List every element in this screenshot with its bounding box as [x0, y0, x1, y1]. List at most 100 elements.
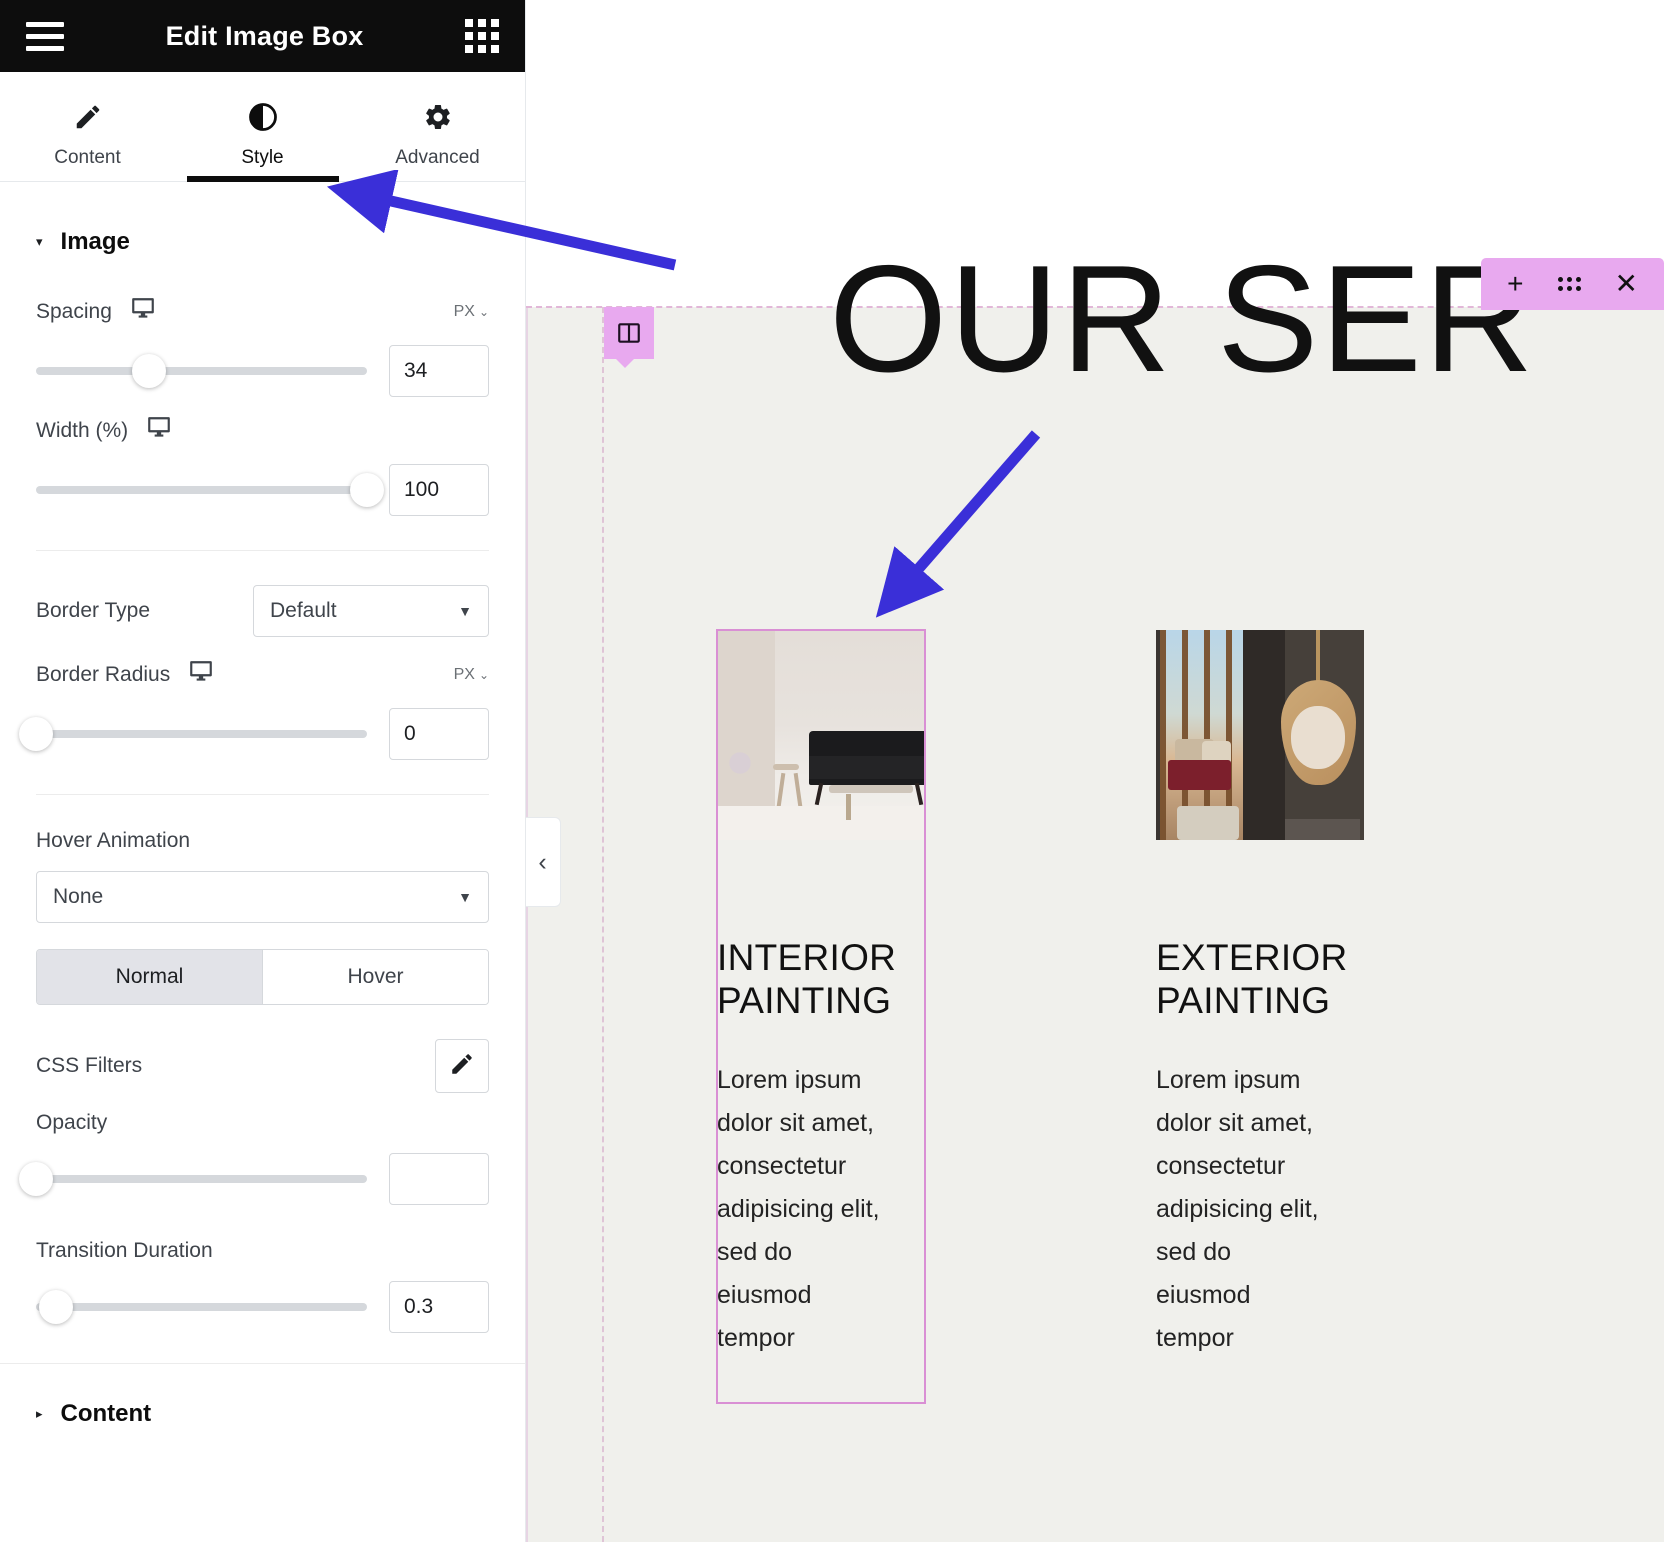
spacing-slider[interactable]: [36, 354, 367, 388]
transition-duration-label: Transition Duration: [36, 1239, 213, 1262]
slider-knob[interactable]: [38, 1290, 73, 1324]
panel-body: ▾ Image Spacing PX ⌄ 34 Width (%) 100 Bo…: [0, 182, 525, 1428]
opacity-slider-row: [19, 1153, 489, 1205]
slider-knob[interactable]: [19, 1162, 53, 1196]
pencil-icon: [73, 101, 103, 133]
chevron-down-icon: ⌄: [478, 304, 489, 319]
section-toolbar: + ✕: [1481, 258, 1664, 310]
width-slider[interactable]: [36, 473, 384, 507]
slider-knob[interactable]: [19, 717, 53, 751]
pencil-icon: [449, 1051, 475, 1082]
transition-duration-input[interactable]: 0.3: [389, 1281, 489, 1333]
spacing-unit-selector[interactable]: PX ⌄: [454, 303, 489, 321]
card-image-2[interactable]: [1156, 630, 1364, 840]
transition-duration-slider-row: 0.3: [36, 1281, 489, 1333]
page-title: OUR SER: [829, 234, 1536, 404]
panel-collapse-button[interactable]: ‹: [526, 817, 561, 907]
control-width: Width (%) 100: [0, 415, 525, 516]
section-image-title: Image: [60, 228, 130, 255]
column-layout-icon[interactable]: [604, 307, 654, 368]
image-box-widget-1[interactable]: INTERIOR PAINTING Lorem ipsum dolor sit …: [717, 630, 925, 1360]
section-content-header[interactable]: ▸ Content: [0, 1363, 525, 1428]
chevron-down-icon: ▼: [458, 889, 472, 905]
hover-animation-select[interactable]: None ▼: [36, 871, 489, 923]
image-box-widget-2[interactable]: EXTERIOR PAINTING Lorem ipsum dolor sit …: [1156, 630, 1364, 1360]
control-hover-animation: Hover Animation None ▼ Normal Hover: [0, 829, 525, 1005]
border-radius-header: Border Radius PX ⌄: [36, 659, 489, 690]
control-border-radius: Border Radius PX ⌄ 0: [0, 659, 525, 760]
close-section-button[interactable]: ✕: [1615, 270, 1638, 298]
border-radius-input[interactable]: 0: [389, 708, 489, 760]
app-root: Edit Image Box Content Style Advanced ▾ …: [0, 0, 1664, 1542]
slider-track: [36, 486, 367, 494]
tab-advanced[interactable]: Advanced: [350, 72, 525, 181]
slider-track: [36, 730, 367, 738]
css-filters-label: CSS Filters: [36, 1054, 143, 1077]
tab-content-label: Content: [54, 146, 121, 168]
tab-style[interactable]: Style: [175, 72, 350, 181]
dark-room-rattan-hanging-chair: [1156, 630, 1364, 840]
card-text-1: Lorem ipsum dolor sit amet, consectetur …: [717, 1065, 880, 1352]
width-input[interactable]: 100: [389, 464, 489, 516]
hover-animation-label: Hover Animation: [36, 829, 191, 852]
slider-track: [36, 1175, 367, 1183]
card-image-1[interactable]: [717, 630, 925, 840]
column-left-guide: [602, 307, 604, 1542]
state-tab-normal[interactable]: Normal: [37, 950, 262, 1004]
opacity-label: Opacity: [36, 1111, 108, 1134]
border-radius-slider[interactable]: [19, 717, 367, 751]
slider-track: [36, 367, 367, 375]
slider-knob[interactable]: [131, 354, 166, 388]
hamburger-icon[interactable]: [26, 21, 64, 51]
border-radius-unit-label: PX: [453, 665, 475, 683]
slider-knob[interactable]: [350, 473, 384, 507]
chevron-right-icon: ▸: [36, 1406, 43, 1421]
chevron-down-icon: ▼: [458, 603, 472, 619]
chevron-down-icon: ▾: [36, 234, 43, 249]
apps-grid-icon[interactable]: [465, 19, 499, 53]
spacing-input[interactable]: 34: [389, 345, 489, 397]
control-spacing: Spacing PX ⌄ 34: [0, 296, 525, 397]
light-living-room-black-sofa: [717, 630, 925, 840]
border-type-value: Default: [270, 599, 337, 622]
spacing-header: Spacing PX ⌄: [36, 296, 489, 327]
panel-title: Edit Image Box: [165, 20, 364, 51]
width-slider-row: 100: [36, 464, 489, 516]
border-type-row: Border Type Default ▼: [36, 585, 489, 637]
chevron-down-icon: ⌄: [478, 667, 489, 682]
control-css-filters: CSS Filters: [0, 1039, 525, 1093]
spacing-label: Spacing: [36, 299, 112, 323]
tab-content[interactable]: Content: [0, 72, 175, 181]
editor-canvas: + ✕ OUR SER ‹ INTERIOR PAINTING Lorem ip…: [526, 0, 1664, 1542]
gear-icon: [423, 101, 453, 133]
section-content-title: Content: [60, 1400, 152, 1427]
drag-dots-icon[interactable]: [1557, 277, 1581, 291]
panel-header: Edit Image Box: [0, 0, 525, 72]
desktop-icon[interactable]: [146, 415, 172, 446]
control-opacity: Opacity: [0, 1111, 525, 1205]
card-title-1: INTERIOR PAINTING: [717, 937, 897, 1022]
divider: [36, 794, 489, 795]
opacity-input[interactable]: [389, 1153, 489, 1205]
transition-duration-slider[interactable]: [36, 1290, 367, 1324]
desktop-icon[interactable]: [188, 659, 214, 690]
add-section-button[interactable]: +: [1507, 270, 1523, 298]
editor-panel: Edit Image Box Content Style Advanced ▾ …: [0, 0, 526, 1542]
hover-animation-value: None: [53, 885, 104, 908]
card-text-2: Lorem ipsum dolor sit amet, consectetur …: [1156, 1065, 1319, 1352]
tab-style-label: Style: [241, 146, 284, 168]
desktop-icon[interactable]: [130, 296, 156, 327]
border-type-label: Border Type: [36, 599, 151, 622]
panel-tabs: Content Style Advanced: [0, 72, 525, 182]
state-tab-hover[interactable]: Hover: [262, 950, 488, 1004]
css-filters-edit-button[interactable]: [435, 1039, 489, 1093]
width-label: Width (%): [36, 418, 129, 442]
opacity-slider[interactable]: [19, 1162, 367, 1196]
border-radius-slider-row: 0: [19, 708, 489, 760]
section-image-header[interactable]: ▾ Image: [0, 182, 525, 278]
contrast-half-circle-icon: [248, 101, 278, 133]
border-type-select[interactable]: Default ▼: [253, 585, 489, 637]
border-radius-unit-selector[interactable]: PX ⌄: [454, 666, 489, 684]
spacing-slider-row: 34: [36, 345, 489, 397]
width-header: Width (%): [36, 415, 489, 446]
